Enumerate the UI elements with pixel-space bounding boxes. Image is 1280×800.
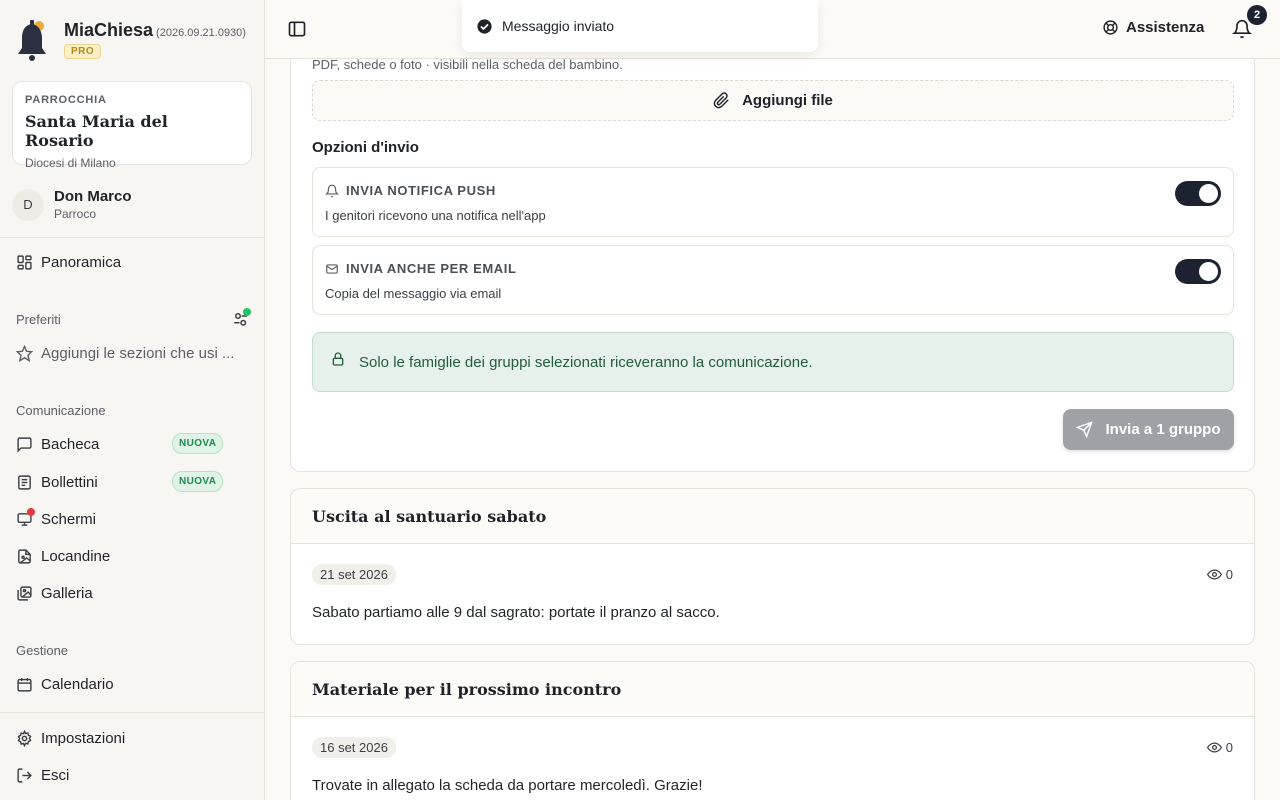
post-title: Materiale per il prossimo incontro [291, 662, 1254, 717]
toast-message: Messaggio inviato [502, 18, 615, 34]
add-favorites-hint[interactable]: Aggiungi le sezioni che usi ... [16, 340, 248, 366]
compose-message-card: PDF, schede o foto · visibili nella sche… [290, 57, 1255, 472]
message-square-icon [17, 436, 32, 453]
sidebar: MiaChiesa (2026.09.21.0930) PRO PARROCCHI… [0, 0, 265, 800]
lock-icon [332, 352, 344, 366]
send-button[interactable]: Invia a 1 gruppo [1063, 409, 1234, 450]
bell-logo-icon [16, 18, 50, 62]
lifebuoy-icon [1103, 20, 1118, 35]
sidebar-item-label: Schermi [41, 510, 97, 528]
attachments-hint: PDF, schede o foto · visibili nella sche… [312, 57, 623, 72]
sidebar-item-label: Bacheca [41, 435, 100, 453]
post-card[interactable]: Uscita al santuario sabato 21 set 2026 0… [290, 488, 1255, 645]
logout-icon [17, 767, 32, 783]
monitor-icon [16, 507, 35, 528]
email-option-desc: Copia del messaggio via email [325, 286, 502, 301]
push-option-desc: I genitori ricevono una notifica nell'ap… [325, 208, 546, 223]
sidebar-item-label: Locandine [41, 547, 111, 565]
user-role: Parroco [54, 207, 97, 221]
eye-icon [1206, 742, 1222, 753]
sidebar-item-overview[interactable]: Panoramica [16, 249, 248, 275]
email-option-title: INVIA ANCHE PER EMAIL [346, 261, 517, 276]
divider [0, 712, 264, 713]
push-toggle[interactable] [1175, 181, 1221, 206]
parish-name: Santa Maria del Rosario [25, 112, 168, 150]
parish-diocese: Diocesi di Milano [25, 156, 116, 170]
avatar: D [12, 188, 44, 221]
post-card[interactable]: Materiale per il prossimo incontro 16 se… [290, 661, 1255, 800]
sidebar-item-schermi[interactable]: Schermi [16, 506, 248, 532]
add-file-label: Aggiungi file [742, 92, 833, 109]
divider [0, 237, 264, 238]
communication-section-label: Comunicazione [16, 403, 106, 418]
help-button[interactable]: Assistenza [1102, 19, 1204, 36]
help-label: Assistenza [1126, 19, 1205, 36]
post-views-count: 0 [1225, 740, 1233, 755]
push-option-title: INVIA NOTIFICA PUSH [346, 183, 496, 198]
newspaper-icon [18, 474, 31, 490]
post-views-count: 0 [1225, 567, 1233, 582]
bell-icon [325, 184, 339, 197]
images-icon [17, 585, 32, 601]
send-icon [1076, 421, 1094, 438]
sidebar-item-calendario[interactable]: Calendario [16, 671, 248, 697]
gear-icon [17, 729, 32, 747]
paperclip-icon [713, 92, 729, 109]
post-date: 21 set 2026 [312, 564, 396, 585]
alert-dot [27, 507, 35, 516]
plan-badge: PRO [64, 44, 102, 59]
sidebar-item-label: Calendario [41, 675, 114, 693]
add-file-button[interactable]: Aggiungi file [312, 80, 1234, 121]
privacy-notice-text: Solo le famiglie dei gruppi selezionati … [359, 353, 813, 371]
toast-notification: Messaggio inviato [462, 0, 818, 52]
eye-icon [1206, 569, 1222, 580]
brand-name: MiaChiesa [64, 20, 154, 40]
post-text: Trovate in allegato la scheda da portare… [312, 777, 703, 794]
sidebar-item-galleria[interactable]: Galleria [16, 580, 248, 606]
sidebar-item-label: Panoramica [41, 253, 122, 271]
post-views: 0 [1206, 740, 1233, 755]
status-dot [243, 308, 251, 316]
parish-label: PARROCCHIA [25, 94, 107, 106]
sidebar-item-label: Impostazioni [41, 729, 126, 747]
new-badge: NUOVA [172, 433, 224, 454]
management-section-label: Gestione [16, 643, 69, 658]
sidebar-toggle-icon[interactable] [287, 19, 307, 39]
file-image-icon [18, 548, 31, 564]
favorites-section-label: Preferiti [16, 312, 61, 327]
send-button-label: Invia a 1 gruppo [1105, 421, 1221, 438]
post-date: 16 set 2026 [312, 737, 396, 758]
user-profile[interactable]: D Don Marco Parroco [12, 188, 132, 221]
dashboard-icon [17, 254, 32, 270]
sidebar-item-label: Galleria [41, 584, 93, 602]
notification-count-badge: 2 [1247, 5, 1267, 25]
sidebar-item-esci[interactable]: Esci [16, 762, 248, 788]
email-option: INVIA ANCHE PER EMAIL Copia del messaggi… [312, 245, 1234, 315]
sidebar-item-impostazioni[interactable]: Impostazioni [16, 725, 248, 751]
parish-card[interactable]: PARROCCHIA Santa Maria del Rosario Dioce… [12, 81, 252, 170]
calendar-icon [17, 677, 32, 692]
mail-icon [326, 263, 338, 274]
new-badge: NUOVA [172, 471, 224, 492]
post-views: 0 [1206, 567, 1233, 582]
customize-favorites-icon[interactable] [232, 308, 251, 328]
email-toggle[interactable] [1175, 259, 1221, 284]
post-title: Uscita al santuario sabato [291, 489, 1254, 544]
user-name: Don Marco [54, 188, 132, 205]
favorites-hint-label: Aggiungi le sezioni che usi ... [41, 344, 235, 362]
brand[interactable]: MiaChiesa (2026.09.21.0930) PRO [16, 18, 246, 62]
sidebar-item-locandine[interactable]: Locandine [16, 543, 248, 569]
check-circle-icon [477, 18, 492, 34]
sidebar-item-label: Bollettini [41, 473, 98, 491]
privacy-notice: Solo le famiglie dei gruppi selezionati … [312, 332, 1234, 392]
push-notification-option: INVIA NOTIFICA PUSH I genitori ricevono … [312, 167, 1234, 237]
star-icon [16, 344, 33, 362]
send-options-title: Opzioni d'invio [312, 139, 419, 156]
post-text: Sabato partiamo alle 9 dal sagrato: port… [312, 604, 720, 621]
brand-version: (2026.09.21.0930) [156, 27, 246, 39]
sidebar-item-label: Esci [41, 766, 70, 784]
